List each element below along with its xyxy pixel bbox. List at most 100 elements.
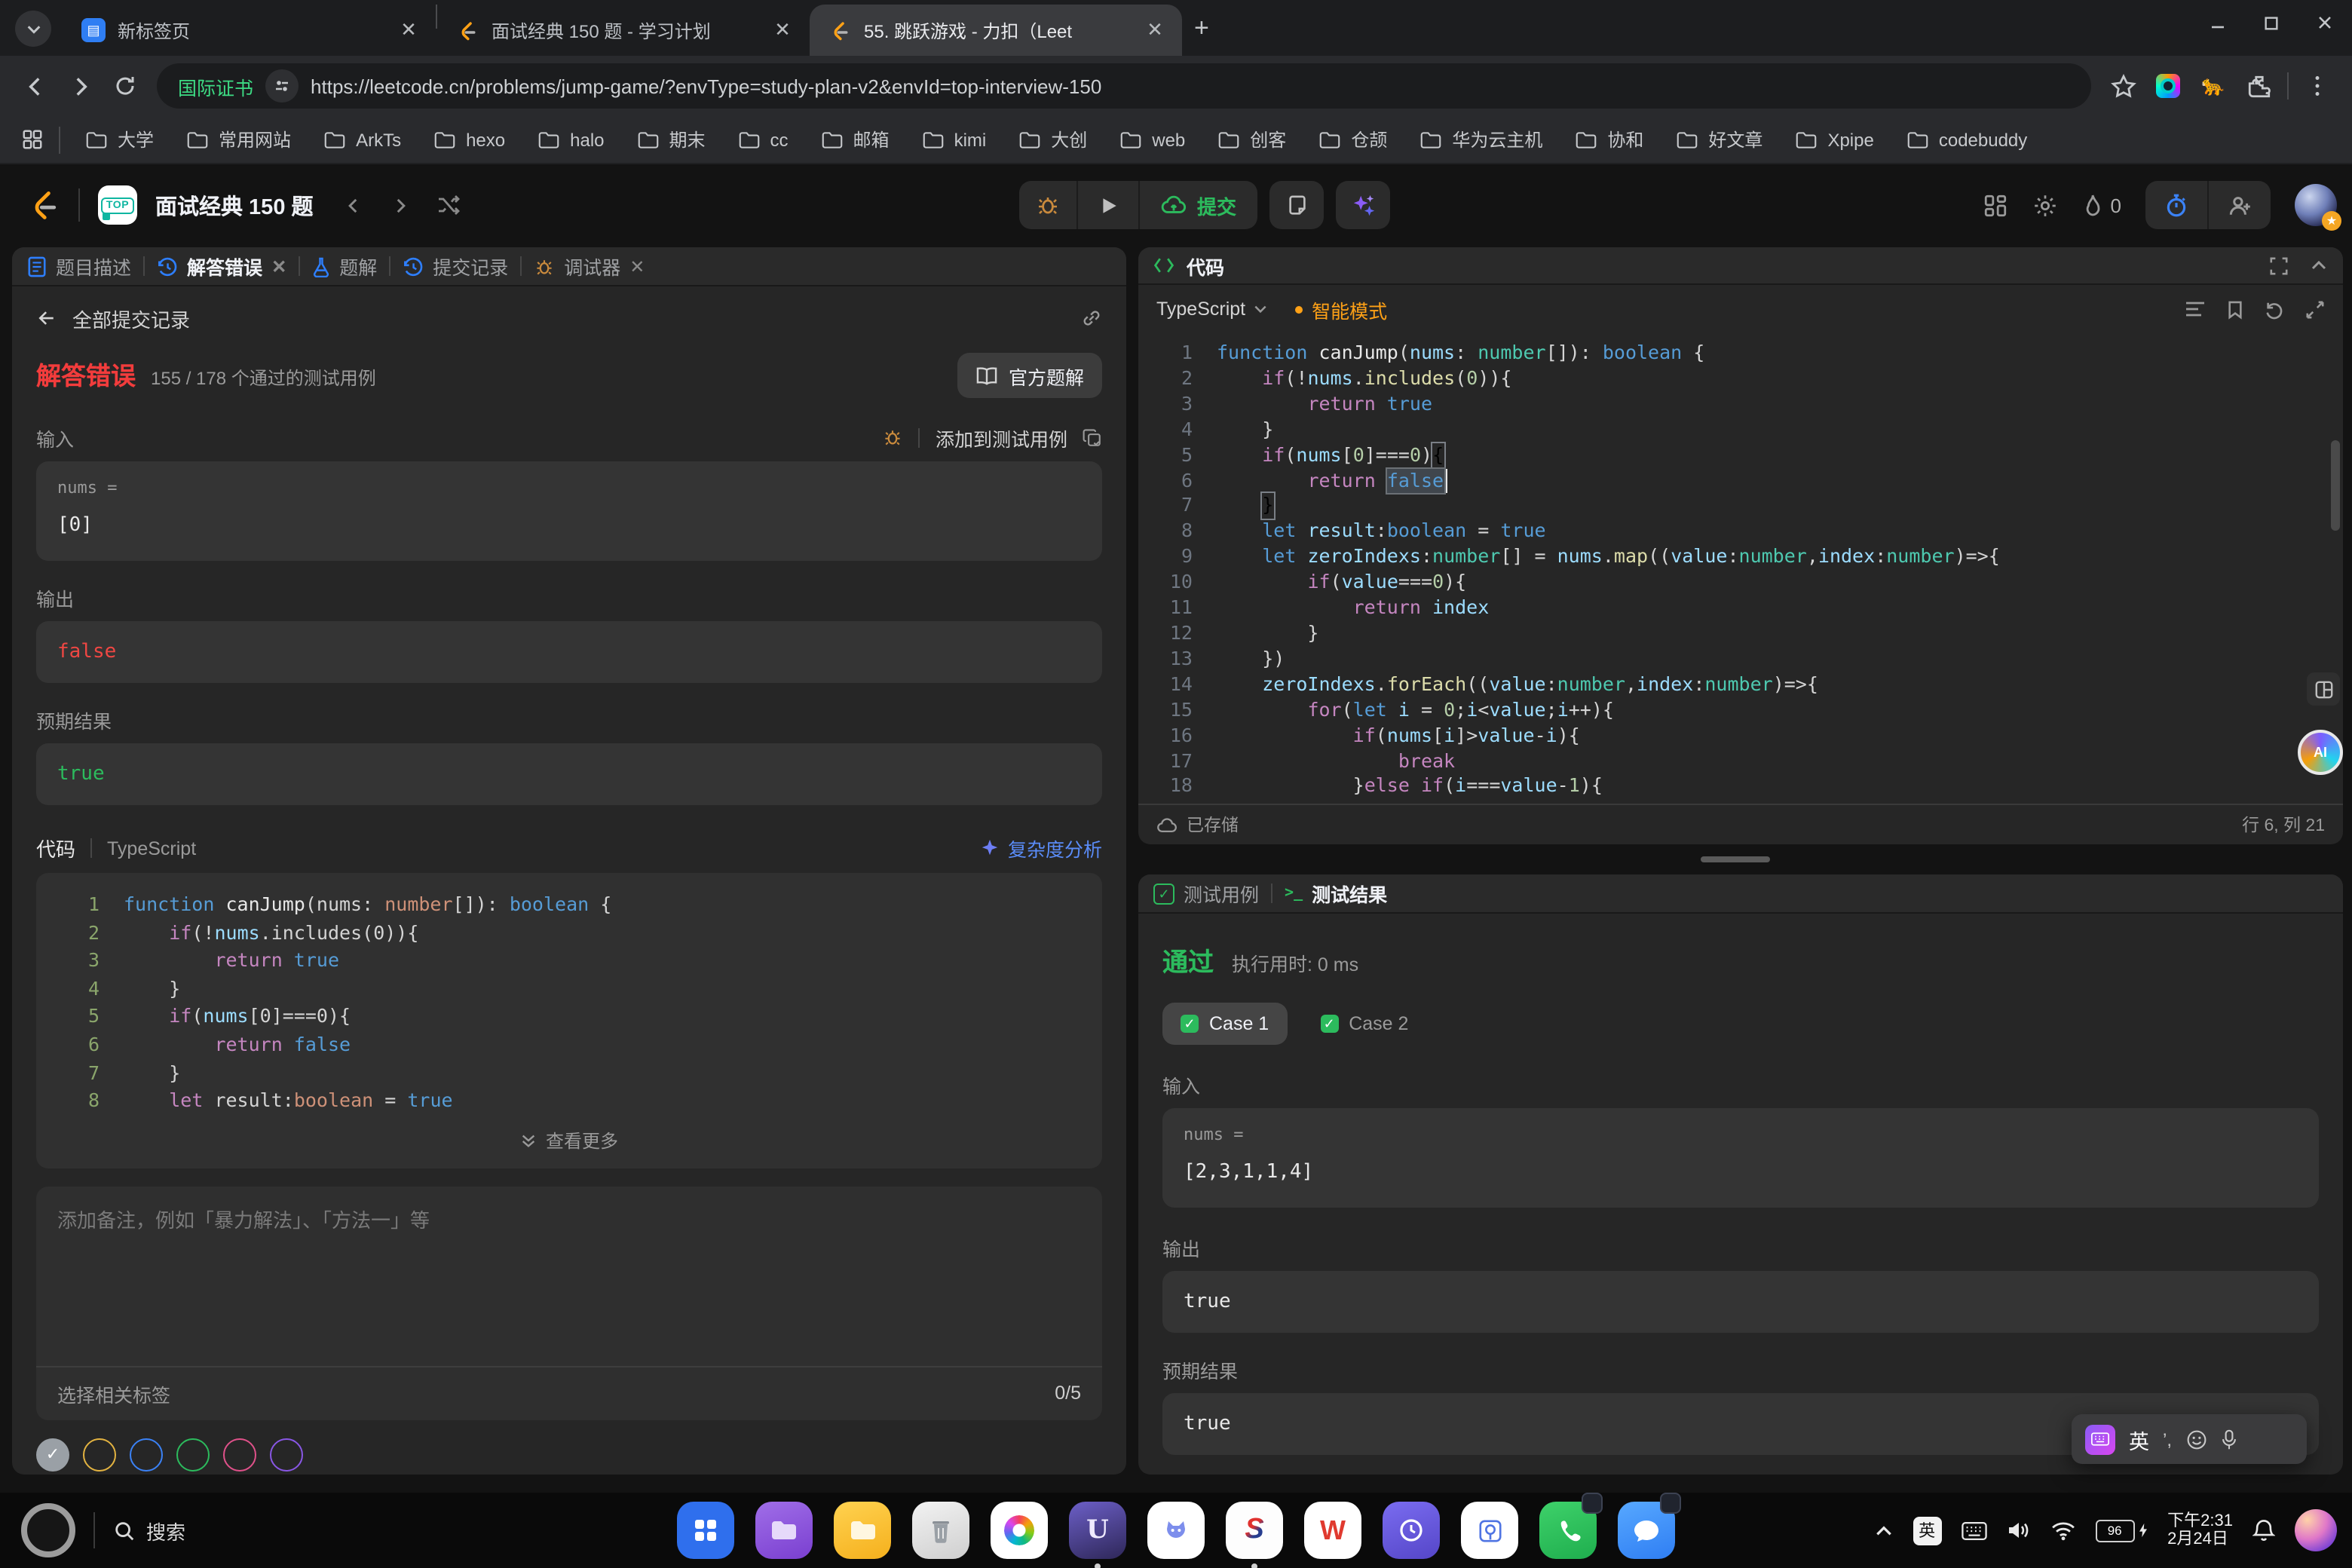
battery-indicator[interactable]: 96 bbox=[2095, 1519, 2148, 1542]
notification-bell-icon[interactable] bbox=[2252, 1518, 2275, 1542]
tray-expand-icon[interactable] bbox=[1873, 1521, 1893, 1540]
left-tab-3[interactable]: 题解 bbox=[312, 252, 377, 280]
bookmark-folder[interactable]: 邮箱 bbox=[805, 127, 906, 152]
photos-dock-icon[interactable] bbox=[991, 1502, 1048, 1559]
keyboard-icon[interactable] bbox=[1961, 1521, 1986, 1540]
bookmark-folder[interactable]: 好文章 bbox=[1660, 127, 1779, 152]
site-permissions-icon[interactable] bbox=[265, 69, 299, 103]
view-more-button[interactable]: 查看更多 bbox=[36, 1116, 1102, 1162]
back-button[interactable] bbox=[12, 63, 57, 109]
tag-color-circle[interactable] bbox=[223, 1438, 256, 1472]
dock-search[interactable]: 搜索 bbox=[113, 1516, 185, 1545]
bookmark-icon[interactable] bbox=[2227, 299, 2243, 319]
mic-icon[interactable] bbox=[2220, 1429, 2237, 1450]
smart-mode-toggle[interactable]: 智能模式 bbox=[1295, 295, 1387, 323]
files-purple-dock-icon[interactable] bbox=[755, 1502, 813, 1559]
bookmark-folder[interactable]: 华为云主机 bbox=[1404, 127, 1559, 152]
copy-plus-icon[interactable] bbox=[1083, 427, 1102, 447]
study-plan-icon[interactable]: TOP bbox=[98, 185, 137, 225]
bookmark-folder[interactable]: 大学 bbox=[69, 127, 170, 152]
cursor-position[interactable]: 行 6, 列 21 bbox=[2242, 813, 2325, 837]
ime-lang-indicator[interactable]: 英 bbox=[2129, 1424, 2149, 1454]
tab-search-button[interactable] bbox=[15, 11, 51, 47]
tag-color-circle[interactable] bbox=[130, 1438, 163, 1472]
tag-selected-check[interactable]: ✓ bbox=[36, 1438, 69, 1472]
app-u-dock-icon[interactable]: U bbox=[1069, 1502, 1126, 1568]
tray-user-avatar[interactable] bbox=[2295, 1509, 2337, 1551]
bookmark-folder[interactable]: cc bbox=[722, 129, 805, 150]
ai-assistant-button[interactable] bbox=[1336, 181, 1391, 229]
trash-dock-icon[interactable] bbox=[912, 1502, 969, 1559]
complexity-analysis-link[interactable]: 复杂度分析 bbox=[981, 834, 1102, 862]
left-tab-2[interactable]: 解答错误 ✕ bbox=[157, 252, 286, 280]
left-tab-4[interactable]: 提交记录 bbox=[403, 252, 508, 280]
app-s-dock-icon[interactable]: S bbox=[1226, 1502, 1283, 1568]
tab-close-icon[interactable]: ✕ bbox=[629, 256, 645, 277]
forward-button[interactable] bbox=[57, 63, 103, 109]
bookmark-folder[interactable]: kimi bbox=[906, 129, 1003, 150]
settings-gear-icon[interactable] bbox=[2032, 192, 2058, 218]
back-arrow-icon[interactable] bbox=[36, 308, 57, 329]
left-tab-5[interactable]: 调试器 ✕ bbox=[534, 252, 645, 280]
bookmark-folder[interactable]: ArkTs bbox=[308, 129, 418, 150]
app-pet-dock-icon[interactable] bbox=[1147, 1502, 1205, 1559]
layout-icon[interactable] bbox=[1983, 192, 2008, 218]
bookmark-folder[interactable]: 大创 bbox=[1003, 127, 1104, 152]
reset-code-icon[interactable] bbox=[2265, 299, 2284, 319]
expand-editor-icon[interactable] bbox=[2305, 299, 2325, 319]
bookmark-star-icon[interactable] bbox=[2100, 63, 2145, 109]
run-button[interactable] bbox=[1078, 181, 1138, 229]
launcher-grid-dock-icon[interactable] bbox=[677, 1502, 734, 1559]
close-icon[interactable] bbox=[2316, 14, 2334, 32]
debug-small-icon[interactable] bbox=[883, 427, 904, 448]
collapse-chevron-icon[interactable] bbox=[2310, 256, 2328, 275]
site-cert-badge[interactable]: 国际证书 bbox=[178, 72, 253, 100]
bookmark-folder[interactable]: 协和 bbox=[1559, 127, 1660, 152]
ime-keyboard-icon[interactable] bbox=[2085, 1424, 2115, 1454]
tag-select-label[interactable]: 选择相关标签 bbox=[57, 1380, 170, 1408]
add-to-tests-button[interactable]: 添加到测试用例 bbox=[936, 423, 1067, 452]
prev-problem-icon[interactable] bbox=[344, 195, 363, 215]
case-chip[interactable]: ✓ Case 1 bbox=[1162, 1003, 1288, 1045]
extensions-puzzle-icon[interactable] bbox=[2236, 63, 2281, 109]
tab-close-icon[interactable]: ✕ bbox=[397, 18, 421, 42]
note-input[interactable]: 添加备注，例如「暴力解法」、「方法一」等 bbox=[36, 1187, 1102, 1366]
apps-grid-icon[interactable] bbox=[21, 128, 44, 151]
volume-icon[interactable] bbox=[2006, 1520, 2030, 1541]
bookmark-folder[interactable]: hexo bbox=[418, 129, 522, 150]
bookmark-folder[interactable]: Xpipe bbox=[1779, 129, 1890, 150]
app-clock-dock-icon[interactable] bbox=[1383, 1502, 1440, 1559]
new-tab-button[interactable]: + bbox=[1194, 14, 1209, 44]
tray-ime-indicator[interactable]: 英 bbox=[1913, 1516, 1942, 1545]
app-scan-dock-icon[interactable] bbox=[1461, 1502, 1518, 1559]
browser-tab[interactable]: 55. 跳跃游戏 - 力扣（Leet ✕ bbox=[810, 5, 1182, 56]
bookmark-folder[interactable]: 常用网站 bbox=[170, 127, 308, 152]
format-lines-icon[interactable] bbox=[2185, 299, 2206, 319]
official-solution-button[interactable]: 官方题解 bbox=[957, 353, 1102, 398]
maximize-icon[interactable] bbox=[2263, 14, 2280, 31]
cat-extension-icon[interactable]: 🐆 bbox=[2191, 63, 2236, 109]
bookmark-folder[interactable]: codebuddy bbox=[1891, 129, 2044, 150]
debug-button[interactable] bbox=[1019, 181, 1076, 229]
test-input-box[interactable]: nums = [2,3,1,1,4] bbox=[1162, 1108, 2319, 1208]
all-submissions-link[interactable]: 全部提交记录 bbox=[72, 304, 190, 332]
browser-tab[interactable]: 面试经典 150 题 - 学习计划 ✕ bbox=[437, 5, 810, 56]
messages-dock-icon[interactable] bbox=[1618, 1493, 1681, 1559]
tab-close-icon[interactable]: ✕ bbox=[271, 256, 286, 277]
side-widget-icon[interactable] bbox=[2307, 672, 2340, 706]
user-avatar[interactable] bbox=[2295, 184, 2341, 231]
bookmark-folder[interactable]: 创客 bbox=[1202, 127, 1303, 152]
leetcode-logo[interactable] bbox=[27, 187, 60, 223]
language-selector[interactable]: TypeScript bbox=[1156, 299, 1268, 320]
shuffle-icon[interactable] bbox=[437, 193, 461, 217]
submit-button[interactable]: 提交 bbox=[1140, 181, 1257, 229]
next-problem-icon[interactable] bbox=[390, 195, 410, 215]
collaborate-button[interactable] bbox=[2209, 181, 2271, 229]
browser-menu-icon[interactable] bbox=[2295, 63, 2340, 109]
tab-close-icon[interactable]: ✕ bbox=[1143, 18, 1167, 42]
editor-scrollbar[interactable] bbox=[2331, 440, 2340, 531]
emoji-icon[interactable] bbox=[2185, 1429, 2207, 1450]
bookmark-folder[interactable]: 仓颉 bbox=[1303, 127, 1404, 152]
folder-yellow-dock-icon[interactable] bbox=[834, 1502, 891, 1559]
phone-dock-icon[interactable] bbox=[1539, 1493, 1603, 1559]
